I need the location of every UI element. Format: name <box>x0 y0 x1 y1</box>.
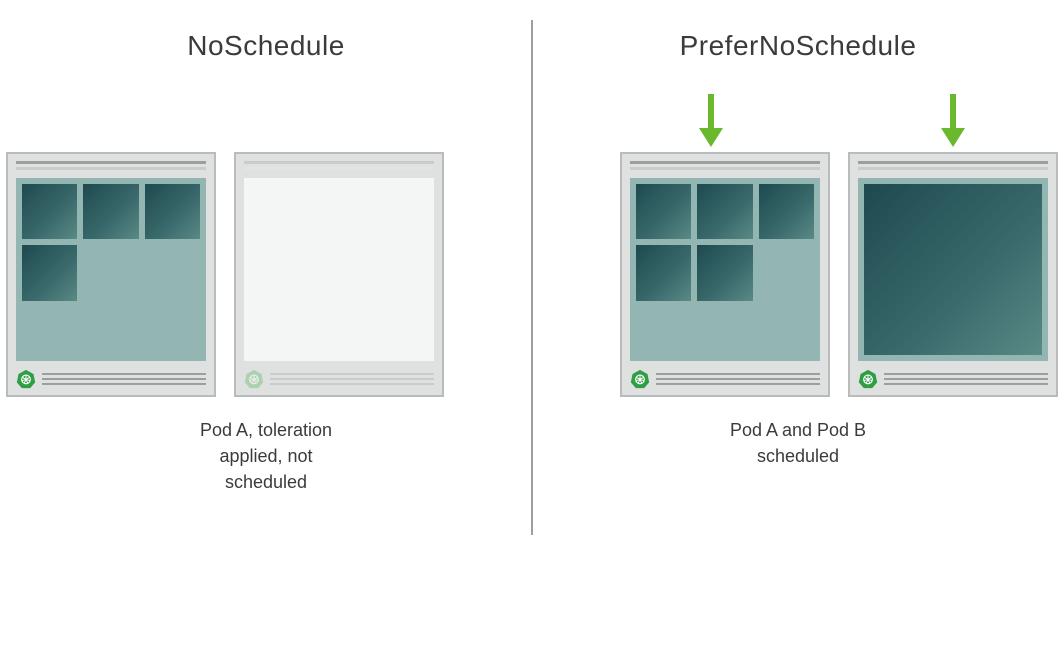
pod-large <box>864 184 1042 355</box>
footer-lines <box>656 373 820 385</box>
pod-grid <box>22 184 200 301</box>
pod <box>145 184 200 239</box>
node-footer <box>850 369 1056 395</box>
footer-lines <box>270 373 434 385</box>
kubernetes-icon <box>244 369 264 389</box>
pod <box>22 184 77 239</box>
kubernetes-icon <box>858 369 878 389</box>
footer-lines <box>884 373 1048 385</box>
node-footer <box>622 369 828 395</box>
footer-line <box>884 378 1048 380</box>
heading-prefernoschedule: PreferNoSchedule <box>532 30 1064 62</box>
header-right: PreferNoSchedule <box>532 30 1064 62</box>
pod <box>83 184 138 239</box>
kubernetes-icon <box>16 369 36 389</box>
footer-line <box>270 383 434 385</box>
header-left: NoSchedule <box>0 30 532 62</box>
pod <box>697 245 752 300</box>
footer-line <box>884 383 1048 385</box>
footer-line <box>656 383 820 385</box>
pod <box>22 245 77 300</box>
cluster-area <box>16 178 206 361</box>
panels-row <box>0 92 1064 397</box>
footer-lines <box>42 373 206 385</box>
node-right-2 <box>848 152 1058 397</box>
node-left-2 <box>234 152 444 397</box>
footer-line <box>656 373 820 375</box>
node-topline <box>16 167 206 170</box>
footer-right: Pod A and Pod B scheduled <box>532 417 1064 495</box>
node-left-1 <box>6 152 216 397</box>
node-topline <box>244 161 434 164</box>
pod <box>636 245 691 300</box>
arrow-down-icon <box>696 92 726 147</box>
footer-line <box>656 378 820 380</box>
footer-line <box>270 378 434 380</box>
node-topline <box>630 167 820 170</box>
pod <box>636 184 691 239</box>
footer-text-left: Pod A, toleration applied, not scheduled <box>40 417 492 495</box>
panels-left <box>0 92 532 397</box>
pod <box>697 184 752 239</box>
footer-text-right: Pod A and Pod B scheduled <box>572 417 1024 469</box>
node-footer <box>8 369 214 395</box>
footer-line <box>42 378 206 380</box>
footer-line <box>42 373 206 375</box>
kubernetes-icon <box>630 369 650 389</box>
node-footer <box>236 369 442 395</box>
node-topline <box>16 161 206 164</box>
footer-left: Pod A, toleration applied, not scheduled <box>0 417 532 495</box>
footer-line <box>270 373 434 375</box>
cluster-area <box>858 178 1048 361</box>
cluster-area <box>244 178 434 361</box>
heading-noschedule: NoSchedule <box>0 30 532 62</box>
node-topline <box>858 161 1048 164</box>
node-right-1 <box>620 152 830 397</box>
node-topline <box>244 167 434 170</box>
panels-right <box>532 92 1064 397</box>
pod-grid <box>636 184 814 301</box>
footer-line <box>42 383 206 385</box>
node-topline <box>858 167 1048 170</box>
arrow-down-icon <box>938 92 968 147</box>
node-topline <box>630 161 820 164</box>
cluster-area <box>630 178 820 361</box>
footer-line <box>884 373 1048 375</box>
pod <box>759 184 814 239</box>
cluster-bg-empty <box>244 178 434 361</box>
